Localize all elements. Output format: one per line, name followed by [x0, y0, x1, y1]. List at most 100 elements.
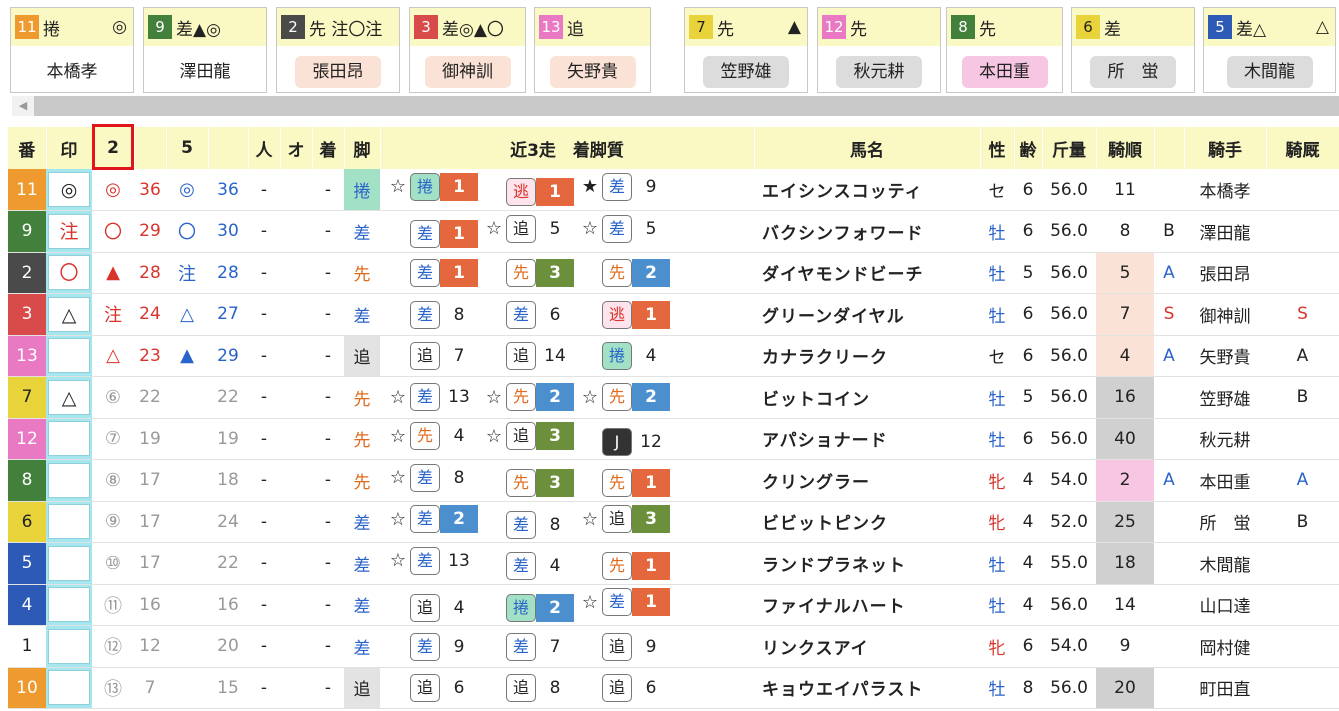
mark-select[interactable] — [48, 670, 90, 706]
horse-name[interactable]: ビビットピンク — [754, 501, 980, 543]
jockey-name[interactable]: 秋元耕 — [1184, 418, 1266, 460]
table-row[interactable]: 2 〇 ▲ 28 注 28- - 先差 1 先 3 先 2 ダイヤモンドビーチ牡 5 56.0 5 A 張田昂 — [8, 252, 1339, 294]
jockey-name[interactable]: 山口達 — [1184, 584, 1266, 626]
jockey-stable: B — [1266, 501, 1339, 543]
jockey-name[interactable]: 張田昂 — [1184, 252, 1266, 294]
prediction-card[interactable]: 2先 注〇注 張田昂 — [276, 7, 400, 93]
mark-cell[interactable] — [46, 625, 92, 668]
column-header[interactable]: 印 — [46, 127, 93, 169]
table-row[interactable]: 7 △ ⑥ 22 22- - 先 ☆ 差 13 ☆ 先 2 ☆ 先 2 ビットコイン牡 5 56.0 16 笠野雄 B — [8, 376, 1339, 419]
horse-name[interactable]: クリングラー — [754, 459, 980, 502]
horse-name[interactable]: キョウエイパラスト — [754, 667, 980, 709]
table-row[interactable]: 5 ⑩ 17 22- - 差 ☆ 差 13 差 4 先 1 ランドプラネット牡 4 55.0 18 木間龍 — [8, 542, 1339, 585]
recent-race: ☆ 差 8 — [386, 463, 478, 492]
jockey-name[interactable]: 町田直 — [1184, 667, 1266, 709]
column-header[interactable] — [1154, 127, 1185, 169]
column-header[interactable]: 番 — [8, 127, 47, 169]
jockey-name[interactable]: 本田重 — [1184, 459, 1266, 502]
mark-cell[interactable] — [46, 501, 92, 543]
mark-select[interactable] — [48, 338, 90, 374]
horse-name[interactable]: カナラクリーク — [754, 335, 980, 377]
column-header[interactable]: 齢 — [1014, 127, 1043, 169]
horse-name[interactable]: ダイヤモンドビーチ — [754, 252, 980, 294]
horse-name[interactable]: バクシンフォワード — [754, 210, 980, 253]
column-header[interactable]: 脚 — [344, 127, 381, 169]
column-header[interactable]: オ — [280, 127, 313, 169]
sex: セ — [980, 335, 1014, 377]
score-2: 24 — [134, 293, 166, 336]
table-row[interactable]: 6 ⑨ 17 24- - 差 ☆ 差 2 差 8 ☆ 追 3 ビビットピンク牝 4 52.0 25 所 蛍B — [8, 501, 1339, 543]
table-row[interactable]: 1 ⑫ 12 20- - 差差 9 差 7 追 9 リンクスアイ牝 6 54.0 9 岡村健 — [8, 625, 1339, 668]
table-row[interactable]: 12 ⑦ 19 19- - 先 ☆ 先 4 ☆ 追 3 J 12 アパショナード牡 6 56.0 40 秋元耕 — [8, 418, 1339, 460]
mark-select[interactable]: ◎ — [48, 172, 90, 207]
mark-cell[interactable]: 〇 — [46, 252, 92, 294]
jockey-name[interactable]: 所 蛍 — [1184, 501, 1266, 543]
column-header[interactable]: 5 — [166, 127, 209, 169]
prediction-card[interactable]: 12 先秋元耕 — [817, 7, 941, 93]
horse-name[interactable]: グリーンダイヤル — [754, 293, 980, 336]
mark-cell[interactable] — [46, 542, 92, 585]
mark-select[interactable] — [48, 587, 90, 623]
prediction-card[interactable]: 3 差◎▲〇 御神訓 — [409, 7, 526, 93]
mark-select[interactable]: △ — [48, 296, 90, 332]
jockey-name[interactable]: 本橋孝 — [1184, 169, 1266, 211]
column-header[interactable]: 斤量 — [1042, 127, 1097, 169]
column-header[interactable] — [208, 127, 249, 169]
prediction-card[interactable]: 11 捲 ◎ 本橋孝 — [10, 7, 134, 93]
prediction-card[interactable]: 7 先 ▲ 笠野雄 — [684, 7, 808, 93]
table-row[interactable]: 3 △ 注 24 △ 27- - 差差 8 差 6 逃 1 グリーンダイヤル牡 6 56.0 7 S 御神訓 S — [8, 293, 1339, 336]
mark-select[interactable] — [48, 421, 90, 457]
horse-name[interactable]: ランドプラネット — [754, 542, 980, 585]
column-header[interactable]: 近3走 着脚質 — [380, 127, 755, 169]
mark-cell[interactable] — [46, 584, 92, 626]
table-row[interactable]: 9 注〇 29 〇 30- - 差差 1 ☆ 追 5 ☆ 差 5 バクシンフォワード牡 6 56.0 8 B 澤田龍 — [8, 210, 1339, 253]
column-header[interactable]: 騎手 — [1184, 127, 1267, 169]
column-header[interactable] — [134, 127, 167, 169]
horse-name[interactable]: ビットコイン — [754, 376, 980, 419]
mark-cell[interactable]: ◎ — [46, 169, 92, 211]
column-header[interactable]: 馬名 — [754, 127, 981, 169]
mark-select[interactable]: △ — [48, 379, 90, 415]
mark-select[interactable] — [48, 504, 90, 540]
mark-cell[interactable] — [46, 667, 92, 709]
scroll-left-arrow-icon[interactable]: ◀ — [12, 96, 34, 116]
table-row[interactable]: 13 △ 23 ▲ 29- - 追追 7 追 14 捲 4 カナラクリークセ 6 56.0 4 A 矢野貴 A — [8, 335, 1339, 377]
horse-name[interactable]: アパショナード — [754, 418, 980, 460]
jockey-name[interactable]: 笠野雄 — [1184, 376, 1266, 419]
jockey-name[interactable]: 矢野貴 — [1184, 335, 1266, 377]
prediction-card[interactable]: 13 追矢野貴 — [534, 7, 651, 93]
mark-select[interactable] — [48, 462, 90, 498]
column-header[interactable]: 騎順 — [1096, 127, 1155, 169]
mark-cell[interactable]: △ — [46, 293, 92, 336]
mark-select[interactable]: 〇 — [48, 255, 90, 291]
horse-name[interactable]: ファイナルハート — [754, 584, 980, 626]
prediction-card[interactable]: 6差所 蛍 — [1071, 7, 1195, 93]
table-row[interactable]: 8 ⑧ 17 18- - 先 ☆ 差 8 先 3 先 1 クリングラー牝 4 54.0 2 A 本田重 A — [8, 459, 1339, 502]
horizontal-scrollbar[interactable]: ◀ — [12, 96, 1339, 116]
mark-cell[interactable]: 注 — [46, 210, 92, 253]
mark-cell[interactable] — [46, 459, 92, 502]
table-row[interactable]: 4 ⑪ 16 16- - 差追 4 捲 2 ☆ 差 1 ファイナルハート牡 4 56.0 14 山口達 — [8, 584, 1339, 626]
prediction-card[interactable]: 8 先本田重 — [946, 7, 1063, 93]
column-header[interactable]: 着 — [312, 127, 345, 169]
column-header[interactable]: 性 — [980, 127, 1015, 169]
column-header[interactable]: 2 — [92, 127, 135, 169]
table-row[interactable]: 10 ⑬ 7 15- - 追追 6 追 8 追 6 キョウエイパラスト牡 8 56.0 20 町田直 — [8, 667, 1339, 709]
horse-name[interactable]: リンクスアイ — [754, 625, 980, 668]
jockey-name[interactable]: 木間龍 — [1184, 542, 1266, 585]
mark-cell[interactable] — [46, 418, 92, 460]
mark-select[interactable] — [48, 628, 90, 664]
mark-cell[interactable]: △ — [46, 376, 92, 419]
prediction-card[interactable]: 5 差△ △ 木間龍 — [1203, 7, 1336, 93]
jockey-name[interactable]: 御神訓 — [1184, 293, 1266, 336]
column-header[interactable]: 騎厩 — [1266, 127, 1339, 169]
jockey-name[interactable]: 岡村健 — [1184, 625, 1266, 668]
mark-select[interactable] — [48, 545, 90, 581]
table-row[interactable]: 11 ◎ ◎ 36 ◎ 36- - 捲 ☆ 捲 1 逃 1 ★ 差 9 エイシンスコッティセ 6 56.0 11 本橋孝 — [8, 169, 1339, 211]
prediction-card[interactable]: 9 差▲◎ 澤田龍 — [143, 7, 267, 93]
mark-cell[interactable] — [46, 335, 92, 377]
horse-name[interactable]: エイシンスコッティ — [754, 169, 980, 211]
column-header[interactable]: 人 — [248, 127, 281, 169]
mark-select[interactable]: 注 — [48, 213, 90, 249]
jockey-name[interactable]: 澤田龍 — [1184, 210, 1266, 253]
